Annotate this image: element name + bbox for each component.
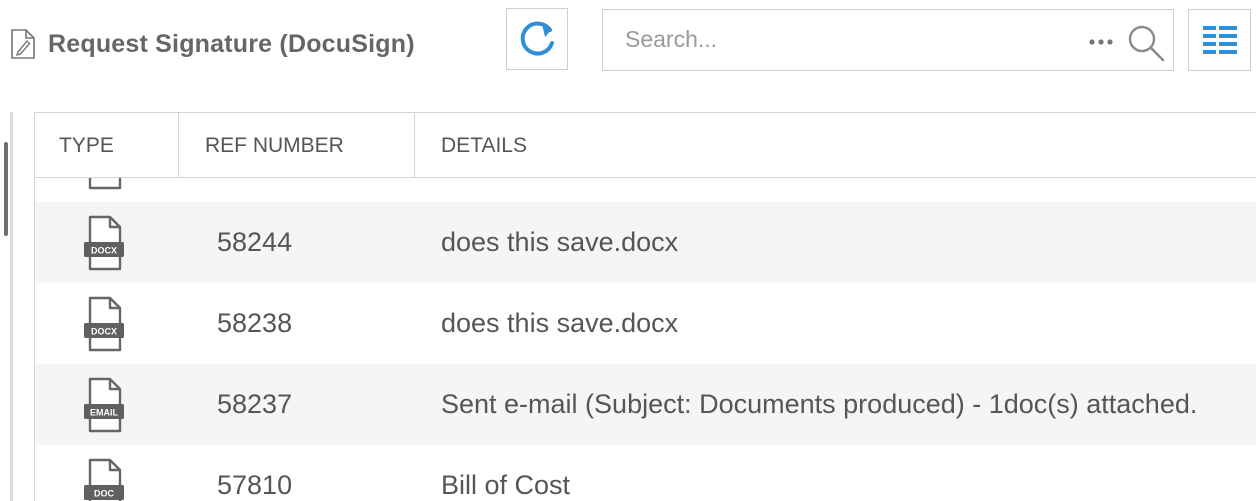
refresh-icon	[520, 21, 554, 56]
view-toggle-button[interactable]	[1188, 9, 1251, 71]
scrollbar-handle[interactable]	[4, 142, 8, 236]
scroll-rail	[10, 112, 13, 501]
svg-text:DOC: DOC	[94, 488, 115, 498]
page-title: Request Signature (DocuSign)	[10, 24, 415, 64]
ref-number-cell: 58244	[217, 227, 293, 257]
ref-number-cell: 58238	[217, 308, 293, 338]
table-row[interactable]: EMAIL 58237 Sent e-mail (Subject: Docume…	[35, 364, 1256, 445]
svg-text:DOCX: DOCX	[91, 326, 117, 336]
file-type-cell: EMAIL	[79, 377, 129, 433]
file-type-cell: DOCX	[79, 296, 129, 352]
column-header-details[interactable]: DETAILS	[415, 113, 1256, 177]
column-header-ref-number[interactable]: REF NUMBER	[179, 113, 415, 177]
file-type-icon: EMAIL	[88, 178, 122, 190]
svg-text:DOCX: DOCX	[91, 245, 117, 255]
svg-text:EMAIL: EMAIL	[90, 407, 119, 417]
search-box	[602, 9, 1174, 71]
table-row[interactable]: EMAIL 58243 Sent e-mail (Subject: test) …	[35, 178, 1256, 202]
table-row[interactable]: DOC 57810 Bill of Cost	[35, 445, 1256, 501]
list-view-icon	[1202, 26, 1237, 54]
page-title-text: Request Signature (DocuSign)	[48, 29, 415, 58]
details-cell: Bill of Cost	[441, 470, 571, 500]
file-type-cell: EMAIL	[79, 178, 129, 190]
ref-number-cell: 58237	[217, 389, 293, 419]
file-type-icon: DOCX	[84, 215, 124, 271]
ref-number-cell: 58243	[217, 178, 292, 202]
table-row[interactable]: DOCX 58244 does this save.docx	[35, 202, 1256, 283]
records-table: TYPE REF NUMBER DETAILS EMAIL 58243 Sent…	[34, 112, 1256, 501]
file-type-icon: DOCX	[84, 296, 124, 352]
details-cell: does this save.docx	[441, 308, 679, 338]
table-row[interactable]: DOCX 58238 does this save.docx	[35, 283, 1256, 364]
toolbar: Request Signature (DocuSign)	[0, 0, 1256, 90]
table-rows: EMAIL 58243 Sent e-mail (Subject: test) …	[35, 178, 1256, 501]
details-cell: does this save.docx	[441, 227, 679, 257]
details-cell: Sent e-mail (Subject: Documents produced…	[441, 389, 1198, 419]
document-signature-icon	[11, 29, 35, 59]
search-input[interactable]	[623, 20, 1067, 58]
file-type-icon: DOC	[84, 458, 124, 501]
ref-number-cell: 57810	[217, 470, 293, 500]
refresh-button[interactable]	[506, 8, 568, 70]
file-type-cell: DOC	[79, 458, 129, 501]
more-options-icon[interactable]	[1087, 34, 1115, 50]
column-header-type[interactable]: TYPE	[35, 113, 179, 177]
table-header: TYPE REF NUMBER DETAILS	[35, 113, 1256, 178]
file-type-icon: EMAIL	[84, 377, 124, 433]
table-body: EMAIL 58243 Sent e-mail (Subject: test) …	[35, 178, 1256, 501]
search-icon[interactable]	[1125, 22, 1167, 64]
file-type-cell: DOCX	[79, 215, 129, 271]
details-cell: Sent e-mail (Subject: test) - 1doc(s) at…	[441, 178, 984, 202]
